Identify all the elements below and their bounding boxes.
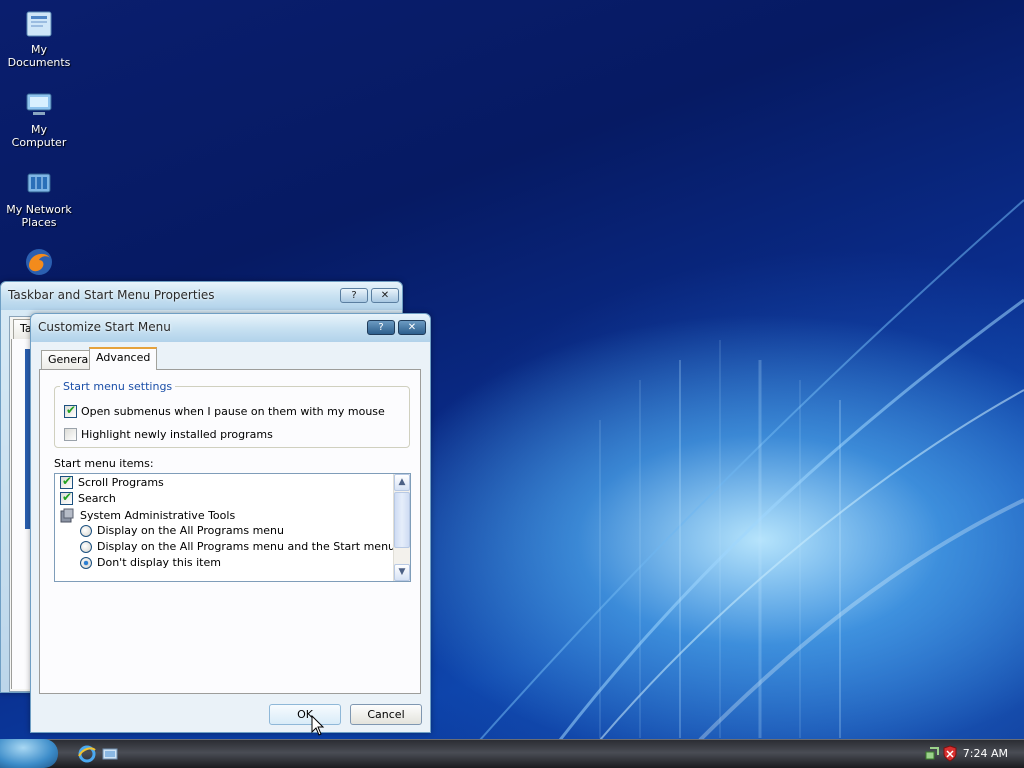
highlight-new-programs-checkbox[interactable] xyxy=(64,428,77,441)
ok-button[interactable]: OK xyxy=(269,704,341,725)
dialog-title: Customize Start Menu xyxy=(38,320,171,334)
item-label: Display on the All Programs menu and the… xyxy=(97,540,396,553)
list-item-search[interactable]: Search xyxy=(60,490,116,505)
desktop-icon-label: My Computer xyxy=(11,123,67,149)
list-item-dont-display[interactable]: Don't display this item xyxy=(80,556,221,569)
desktop-icon-my-network-places[interactable]: My Network Places xyxy=(0,168,78,229)
list-item-system-admin-tools: System Administrative Tools xyxy=(60,508,235,523)
item-label: Scroll Programs xyxy=(78,476,164,489)
firefox-icon xyxy=(26,249,52,275)
mouse-cursor-icon xyxy=(311,715,325,736)
item-label: Display on the All Programs menu xyxy=(97,524,284,537)
admin-tools-icon xyxy=(60,508,74,523)
close-button[interactable]: ✕ xyxy=(398,320,426,335)
search-checkbox[interactable] xyxy=(60,490,73,505)
item-label: Don't display this item xyxy=(97,556,221,569)
clock[interactable]: 7:24 AM xyxy=(963,747,1008,760)
scroll-down-button[interactable]: ▼ xyxy=(394,564,410,581)
dialog-client-area: General Advanced Start menu settings Ope… xyxy=(31,342,430,732)
highlight-new-programs-option[interactable]: Highlight newly installed programs xyxy=(64,428,273,441)
help-button[interactable]: ? xyxy=(367,320,395,335)
item-label: System Administrative Tools xyxy=(80,509,236,522)
desktop-icon-label: My Network Places xyxy=(6,203,72,229)
scroll-up-button[interactable]: ▲ xyxy=(394,474,410,491)
window-title: Taskbar and Start Menu Properties xyxy=(8,288,215,302)
show-desktop-icon[interactable] xyxy=(102,746,118,762)
list-scrollbar[interactable]: ▲ ▼ xyxy=(393,474,410,581)
computer-icon xyxy=(26,93,52,115)
item-label: Search xyxy=(78,492,116,505)
close-button[interactable]: ✕ xyxy=(371,288,399,303)
list-item-scroll-programs[interactable]: Scroll Programs xyxy=(60,474,164,489)
option-label: Highlight newly installed programs xyxy=(81,428,273,441)
customize-start-menu-dialog[interactable]: Customize Start Menu ? ✕ General Advance… xyxy=(30,313,431,733)
list-item-display-all-programs-and-start[interactable]: Display on the All Programs menu and the… xyxy=(80,540,395,553)
cancel-button[interactable]: Cancel xyxy=(350,704,422,725)
scroll-thumb[interactable] xyxy=(394,492,410,548)
display-all-programs-and-start-radio[interactable] xyxy=(80,540,92,553)
start-menu-items-list[interactable]: Scroll Programs Search System Administra… xyxy=(54,473,411,582)
open-submenus-option[interactable]: Open submenus when I pause on them with … xyxy=(64,403,385,418)
start-menu-items-label: Start menu items: xyxy=(54,457,154,470)
taskbar: 7:24 AM xyxy=(0,739,1024,768)
network-tray-icon[interactable] xyxy=(924,746,940,762)
start-button[interactable] xyxy=(0,739,58,768)
security-shield-icon[interactable] xyxy=(942,745,958,762)
display-all-programs-radio[interactable] xyxy=(80,524,92,537)
help-button[interactable]: ? xyxy=(340,288,368,303)
ie-quicklaunch-icon[interactable] xyxy=(78,745,96,763)
open-submenus-checkbox[interactable] xyxy=(64,403,77,418)
window-titlebar[interactable]: Taskbar and Start Menu Properties ? ✕ xyxy=(1,282,402,310)
group-legend: Start menu settings xyxy=(63,380,173,393)
desktop-icon-my-computer[interactable]: My Computer xyxy=(0,88,78,149)
tab-advanced[interactable]: Advanced xyxy=(89,347,158,370)
option-label: Open submenus when I pause on them with … xyxy=(81,405,385,418)
network-places-icon xyxy=(27,173,51,193)
desktop-icon-firefox[interactable] xyxy=(0,246,78,281)
folder-documents-icon xyxy=(26,11,52,37)
dont-display-radio[interactable] xyxy=(80,556,92,569)
scroll-programs-checkbox[interactable] xyxy=(60,474,73,489)
desktop-icon-my-documents[interactable]: My Documents xyxy=(0,8,78,69)
advanced-tab-panel: Start menu settings Open submenus when I… xyxy=(39,369,421,694)
list-item-display-all-programs[interactable]: Display on the All Programs menu xyxy=(80,524,284,537)
desktop-icon-label: My Documents xyxy=(7,43,71,69)
dialog-titlebar[interactable]: Customize Start Menu ? ✕ xyxy=(31,314,430,342)
